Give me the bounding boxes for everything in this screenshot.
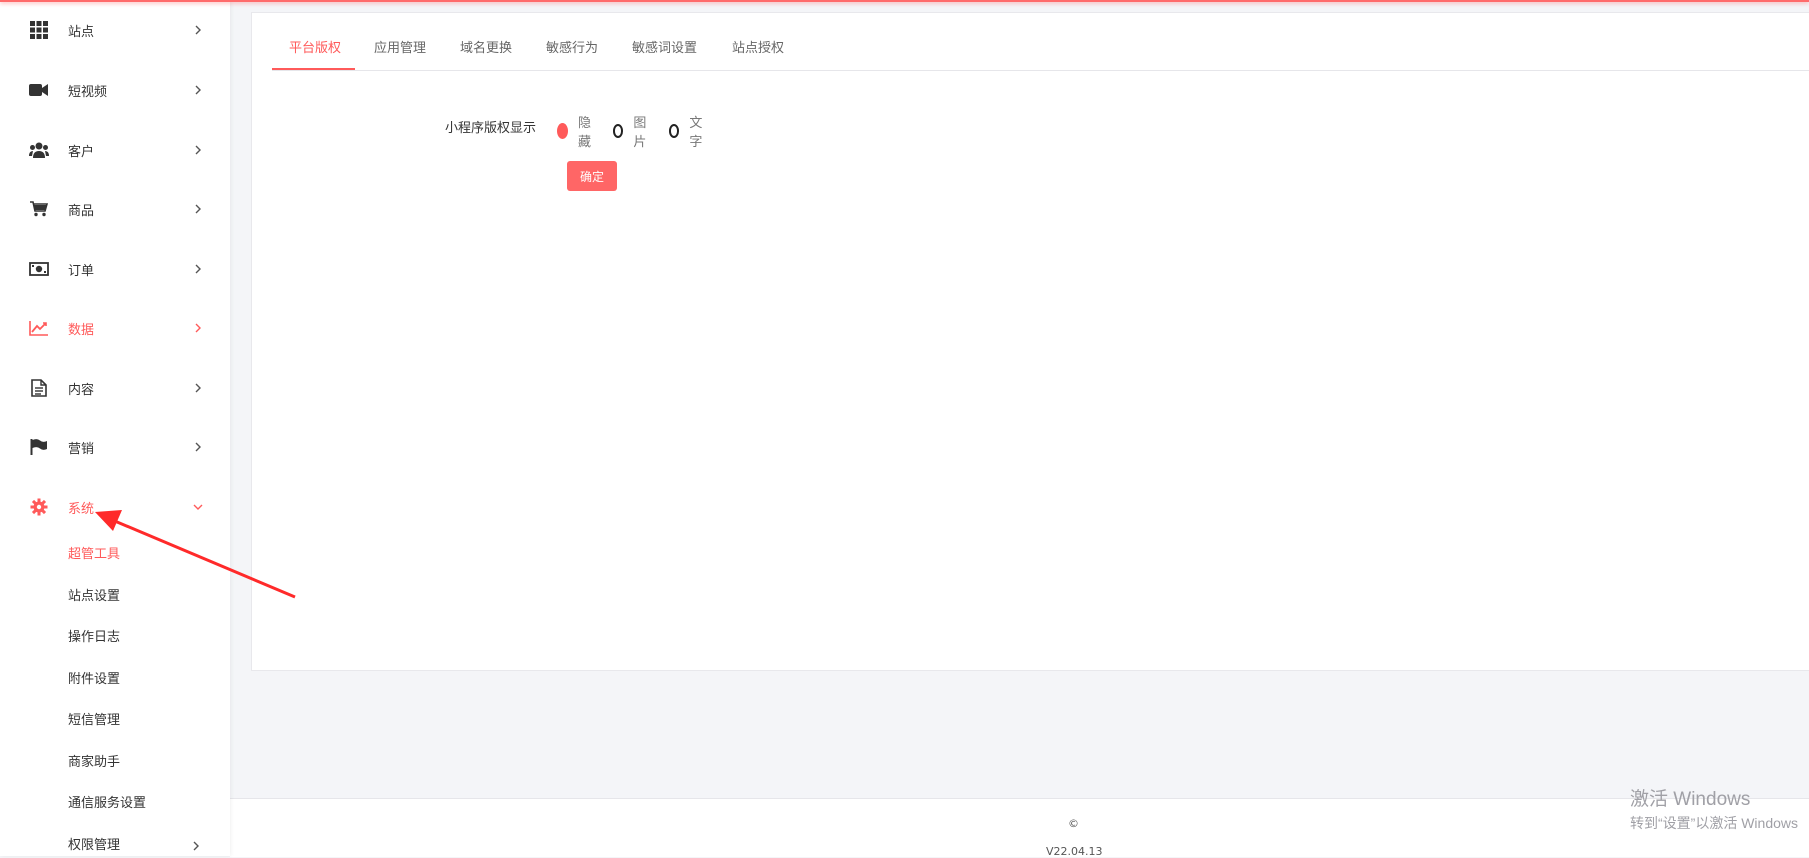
sidebar-item-products[interactable]: 商品	[0, 189, 230, 229]
tab-bar: 平台版权 应用管理 域名更换 敏感行为 敏感词设置 站点授权	[272, 13, 1809, 71]
confirm-button[interactable]: 确定	[567, 161, 617, 191]
chevron-right-icon	[192, 836, 200, 855]
radio-text[interactable]: 文字	[669, 112, 706, 150]
flag-icon	[28, 436, 50, 458]
sidebar-item-label: 内容	[68, 382, 95, 398]
sidebar-item-label: 系统	[68, 501, 95, 517]
sidebar: 站点 短视频 客户 商品 订单 数据 内容 营销 系统 超管工具 站点设置 操作…	[0, 0, 230, 856]
radio-dot	[557, 123, 569, 139]
footer: © V22.04.13	[230, 798, 1809, 858]
submenu-item-permission-management[interactable]: 权限管理	[68, 834, 120, 853]
sidebar-item-label: 商品	[68, 203, 95, 219]
radio-image[interactable]: 图片	[613, 112, 650, 150]
chevron-right-icon	[192, 84, 204, 96]
users-icon	[28, 139, 50, 161]
grid-icon	[28, 19, 50, 41]
sidebar-item-label: 数据	[68, 322, 95, 338]
document-icon	[28, 377, 50, 399]
sidebar-item-orders[interactable]: 订单	[0, 249, 230, 289]
radio-hide[interactable]: 隐藏	[557, 112, 596, 150]
sidebar-item-label: 客户	[68, 144, 95, 160]
radio-dot	[613, 124, 624, 138]
submenu-item-sms-management[interactable]: 短信管理	[68, 709, 120, 728]
submenu-item-attachment-settings[interactable]: 附件设置	[68, 668, 120, 687]
chevron-right-icon	[192, 382, 204, 394]
top-accent-strip	[0, 0, 1809, 2]
submenu-item-super-admin-tools[interactable]: 超管工具	[68, 543, 120, 562]
gear-icon	[28, 496, 50, 518]
settings-panel: 平台版权 应用管理 域名更换 敏感行为 敏感词设置 站点授权 小程序版权显示 隐…	[251, 12, 1809, 671]
sidebar-item-customers[interactable]: 客户	[0, 130, 230, 170]
chevron-right-icon	[192, 144, 204, 156]
video-camera-icon	[28, 79, 50, 101]
tab-site-authorization[interactable]: 站点授权	[732, 37, 784, 56]
radio-label: 图片	[633, 116, 647, 150]
sidebar-item-label: 营销	[68, 441, 95, 457]
submenu-item-operation-log[interactable]: 操作日志	[68, 626, 120, 645]
radio-label: 文字	[689, 116, 703, 150]
sidebar-item-label: 站点	[68, 24, 95, 40]
chevron-right-icon	[192, 322, 204, 334]
sidebar-item-marketing[interactable]: 营销	[0, 427, 230, 467]
radio-label: 隐藏	[578, 116, 592, 150]
active-tab-indicator	[272, 68, 355, 70]
tab-sensitive-behavior[interactable]: 敏感行为	[546, 37, 598, 56]
line-chart-icon	[28, 317, 50, 339]
chevron-right-icon	[192, 203, 204, 215]
sidebar-item-label: 订单	[68, 263, 95, 279]
radio-dot	[669, 124, 680, 138]
submenu-item-merchant-assistant[interactable]: 商家助手	[68, 751, 120, 770]
sidebar-item-label: 短视频	[68, 84, 108, 100]
sidebar-item-data[interactable]: 数据	[0, 308, 230, 348]
submenu-item-site-settings[interactable]: 站点设置	[68, 585, 120, 604]
watermark-subtitle: 转到“设置”以激活 Windows	[1630, 815, 1799, 831]
chevron-right-icon	[192, 441, 204, 453]
tab-domain-change[interactable]: 域名更换	[460, 37, 512, 56]
cart-icon	[28, 198, 50, 220]
sidebar-item-content[interactable]: 内容	[0, 368, 230, 408]
tab-app-management[interactable]: 应用管理	[374, 37, 426, 56]
chevron-down-icon	[192, 501, 204, 513]
sidebar-item-site[interactable]: 站点	[0, 10, 230, 50]
sidebar-item-short-video[interactable]: 短视频	[0, 70, 230, 110]
sidebar-item-system[interactable]: 系统	[0, 487, 230, 527]
chevron-right-icon	[192, 263, 204, 275]
copyright-display-label: 小程序版权显示	[445, 121, 537, 136]
windows-activation-watermark: 激活 Windows 转到“设置”以激活 Windows	[1630, 784, 1798, 833]
watermark-title: 激活 Windows	[1630, 789, 1751, 810]
version-text: V22.04.13	[1046, 845, 1103, 858]
tab-platform-copyright[interactable]: 平台版权	[289, 37, 341, 56]
money-icon	[28, 258, 50, 280]
chevron-right-icon	[192, 24, 204, 36]
tab-sensitive-words[interactable]: 敏感词设置	[632, 37, 697, 56]
submenu-item-communication-service-settings[interactable]: 通信服务设置	[68, 792, 146, 811]
copyright-symbol: ©	[1068, 817, 1079, 830]
